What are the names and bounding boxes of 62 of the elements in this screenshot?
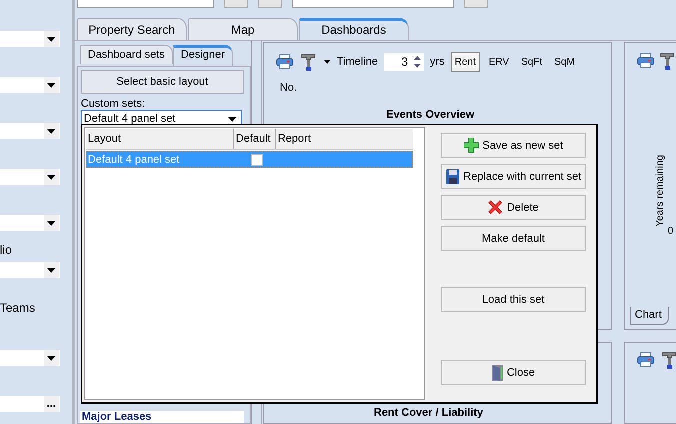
dropdown-arrow-icon[interactable] [47, 36, 56, 42]
dropdown-field[interactable] [0, 77, 60, 93]
spin-arrows-icon[interactable] [414, 56, 422, 68]
dialog-button[interactable]: Replace with current set [441, 164, 586, 189]
panel-title: Events Overview [385, 109, 476, 121]
toggle-button[interactable]: ERV [486, 52, 512, 72]
dialog-button[interactable]: Save as new set [441, 133, 586, 158]
toggle-button[interactable]: SqM [551, 52, 578, 72]
dialog-button[interactable]: Close [441, 360, 586, 385]
units-label: yrs [430, 56, 445, 68]
tab[interactable]: Chart [630, 307, 669, 325]
axis-tick: 0 [668, 226, 674, 237]
select-layout-button[interactable]: Select basic layout [81, 70, 244, 94]
tab[interactable]: Dashboards [299, 18, 409, 40]
printer-icon[interactable] [637, 53, 655, 69]
tab[interactable]: Dashboard sets [80, 45, 174, 64]
column-header[interactable]: Default [234, 129, 276, 149]
dropdown-arrow-icon[interactable] [228, 116, 237, 122]
panel-title: Rent Cover / Liability [373, 407, 484, 419]
tab[interactable]: Property Search [77, 18, 187, 40]
dropdown-field[interactable] [0, 262, 60, 278]
tab[interactable]: Designer [173, 45, 234, 66]
caret-icon[interactable] [324, 60, 331, 64]
timeline-spinbox[interactable]: 3 [384, 53, 424, 71]
browse-button[interactable]: ... [44, 396, 59, 412]
table-cell-text: Default 4 panel set [87, 154, 181, 166]
tab[interactable]: Map [188, 18, 298, 40]
delete-icon [488, 200, 504, 215]
field-label: Timeline [337, 56, 378, 68]
field-label: lio [0, 243, 12, 257]
column-header[interactable]: Layout [86, 129, 234, 149]
checkbox[interactable] [251, 154, 263, 166]
dropdown-arrow-icon[interactable] [47, 220, 56, 226]
printer-icon[interactable] [276, 54, 294, 70]
dropdown-field[interactable] [0, 215, 60, 231]
dropdown-field[interactable] [0, 169, 60, 185]
browse-field[interactable]: ... [0, 396, 60, 412]
printer-icon[interactable] [637, 352, 655, 368]
dropdown-arrow-icon[interactable] [47, 82, 56, 88]
column-header[interactable]: Report [276, 129, 412, 149]
dropdown-field[interactable] [0, 350, 60, 366]
plus-icon [464, 138, 479, 153]
dialog-button[interactable]: Make default [441, 226, 586, 251]
door-icon [492, 364, 503, 380]
dropdown-field[interactable] [0, 123, 60, 139]
hammer-icon[interactable] [300, 53, 318, 71]
hammer-icon[interactable] [659, 52, 676, 70]
dropdown-arrow-icon[interactable] [47, 268, 56, 272]
dropdown-arrow-icon[interactable] [47, 128, 56, 134]
dialog-button[interactable]: Delete [441, 195, 586, 220]
section-title: Major Leases [80, 411, 244, 423]
field-label: Teams [0, 301, 36, 315]
dropdown-arrow-icon[interactable] [47, 356, 56, 360]
dropdown-arrow-icon[interactable] [47, 174, 56, 180]
hammer-icon[interactable] [661, 351, 676, 369]
dialog-button[interactable]: Load this set [441, 287, 586, 312]
column-label: No. [280, 82, 298, 94]
toggle-button[interactable]: Rent [450, 52, 480, 72]
dropdown-field[interactable] [0, 31, 60, 47]
toggle-button[interactable]: SqFt [518, 52, 546, 72]
axis-label: Years remaining [655, 155, 666, 227]
field-label: Custom sets: [81, 98, 146, 110]
